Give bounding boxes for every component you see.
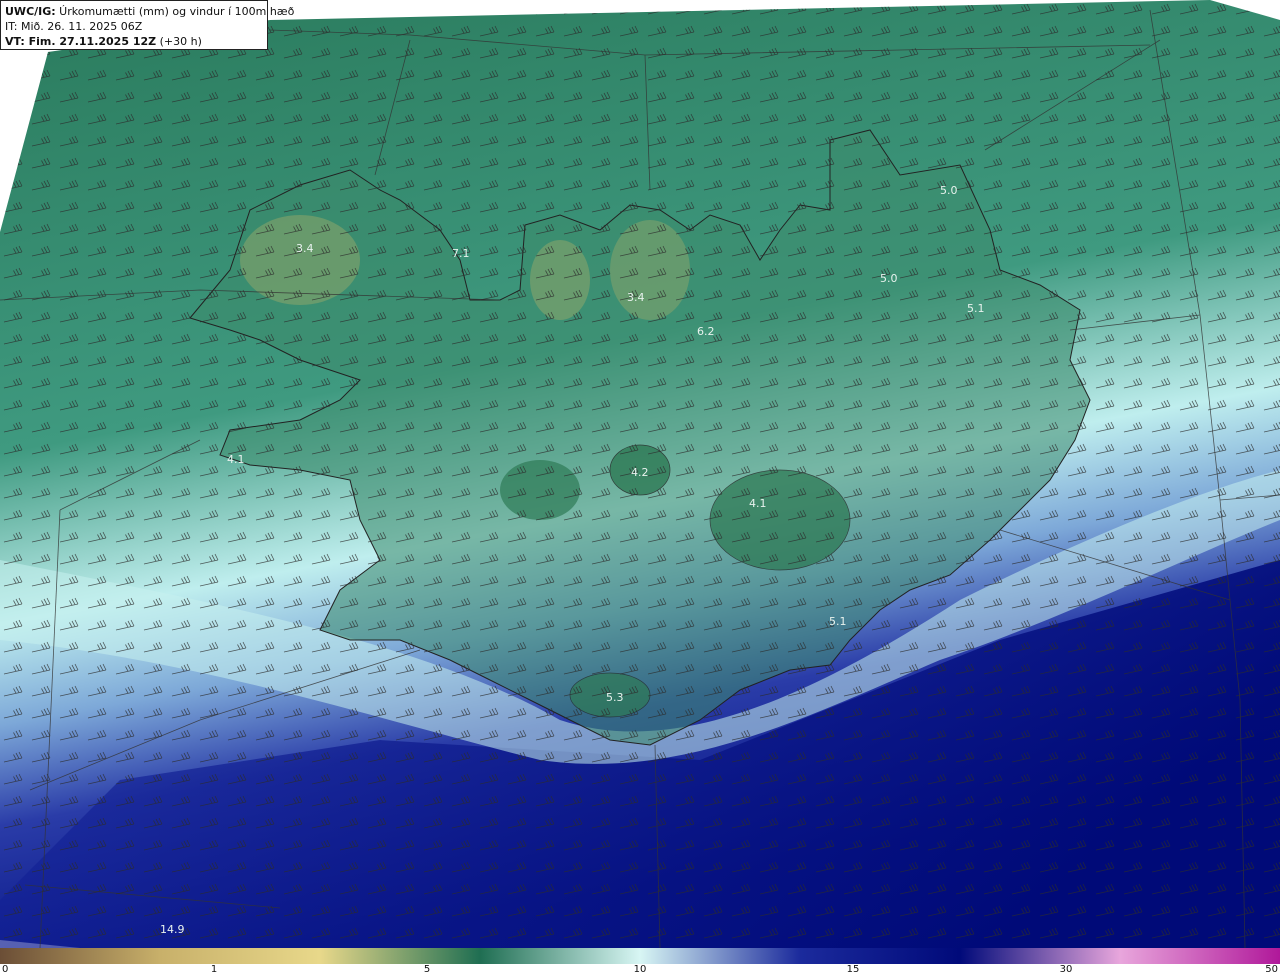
forecast-map: 3.4 7.1 4.1 3.4 6.2 5.0 5.0 5.1 4.2 4.1 …: [0, 0, 1280, 948]
title-prefix: UWC/IG:: [5, 5, 56, 18]
colorbar: 0 1 5 10 15 30 50: [0, 948, 1280, 978]
colorbar-tick: 10: [633, 964, 647, 975]
init-time-row: IT: Mið. 26. 11. 2025 06Z: [5, 19, 263, 34]
valid-time-row: VT: Fim. 27.11.2025 12Z (+30 h): [5, 34, 263, 49]
init-time-label: IT:: [5, 20, 18, 33]
colorbar-tick: 15: [846, 964, 860, 975]
map-value-label: 7.1: [452, 247, 470, 260]
map-header: UWC/IG: Úrkomumætti (mm) og vindur í 100…: [0, 0, 294, 50]
colorbar-tick: 50: [1265, 964, 1278, 975]
title-text: Úrkomumætti (mm) og vindur í 100m hæð: [55, 5, 295, 18]
colorbar-gradient: [0, 948, 1280, 964]
map-value-label: 6.2: [697, 325, 715, 338]
map-value-label: 5.1: [829, 615, 847, 628]
map-value-label: 3.4: [627, 291, 645, 304]
map-value-label: 5.0: [940, 184, 958, 197]
colorbar-tick: 30: [1059, 964, 1073, 975]
map-value-label: 5.0: [880, 272, 898, 285]
map-value-label: 5.3: [606, 691, 624, 704]
colorbar-tick: 5: [423, 964, 431, 975]
map-value-label: 4.1: [749, 497, 767, 510]
valid-time-label: VT: Fim. 27.11.2025 12Z: [5, 35, 157, 48]
colorbar-tick: 1: [210, 964, 218, 975]
map-value-label: 5.1: [967, 302, 985, 315]
map-value-label: 4.1: [227, 453, 245, 466]
map-value-label: 4.2: [631, 466, 649, 479]
colorbar-tick: 0: [2, 964, 9, 975]
map-value-label: 3.4: [296, 242, 314, 255]
map-value-label: 14.9: [160, 923, 185, 936]
valid-time-lead: (+30 h): [156, 35, 202, 48]
init-time-value: Mið. 26. 11. 2025 06Z: [17, 20, 143, 33]
title-row: UWC/IG: Úrkomumætti (mm) og vindur í 100…: [5, 4, 294, 19]
